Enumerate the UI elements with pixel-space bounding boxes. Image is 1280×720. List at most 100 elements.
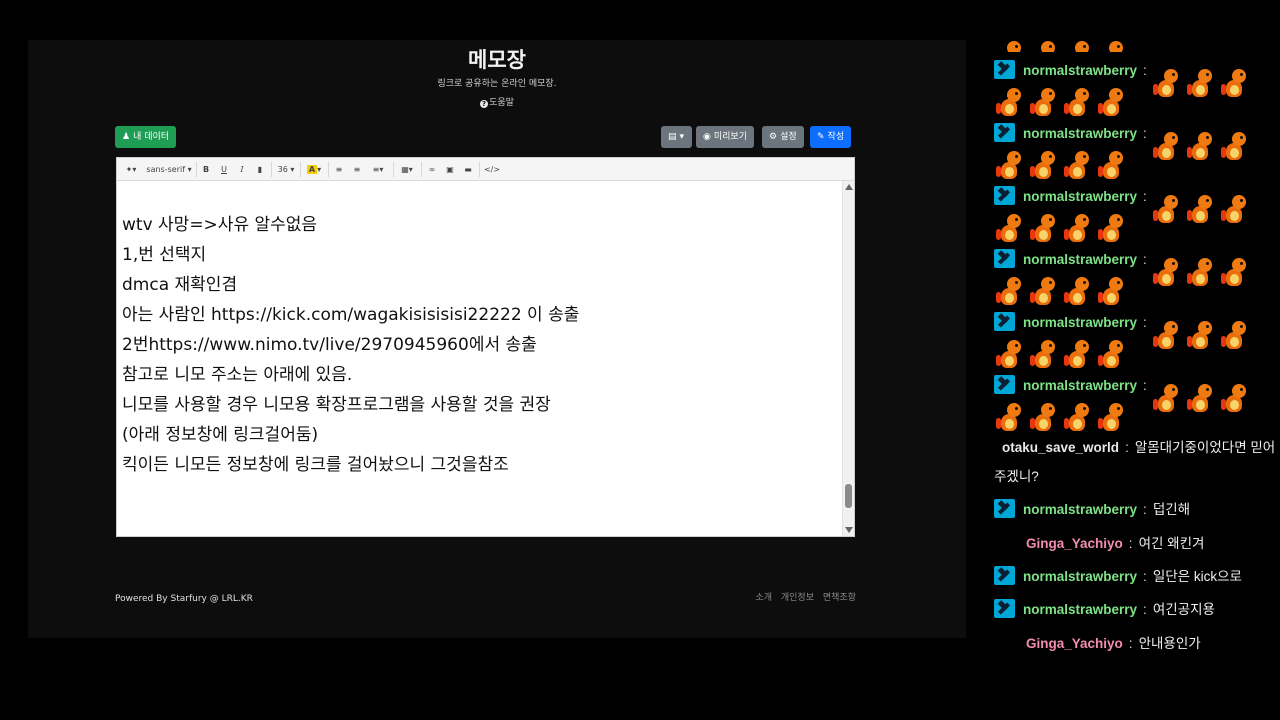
chat-username[interactable]: normalstrawberry [1023, 189, 1137, 204]
emote-row [996, 339, 1132, 373]
charmander-emote [1030, 402, 1058, 434]
gear-icon: ⚙ [769, 132, 778, 142]
emote-row [996, 402, 1132, 436]
inline-emotes [1152, 194, 1255, 226]
scroll-up-arrow-icon[interactable] [845, 184, 853, 190]
my-data-button[interactable]: ♟ 내 데이터 [115, 126, 177, 148]
charmander-emote [996, 40, 1024, 52]
chat-username[interactable]: normalstrawberry [1023, 378, 1137, 393]
toolbar-divider [479, 162, 480, 177]
charmander-emote [1098, 276, 1126, 308]
chat-message-text: 여긴공지용 [1152, 602, 1215, 617]
format-dropdown-button[interactable]: ▤ ▾ [661, 126, 692, 148]
chat-username[interactable]: normalstrawberry [1023, 126, 1137, 141]
chat-username[interactable]: Ginga_Yachiyo [1026, 636, 1123, 651]
table-icon[interactable]: ▦▾ [397, 162, 417, 177]
chat-username[interactable]: normalstrawberry [1023, 602, 1137, 617]
chat-message: normalstrawberry: [994, 60, 1255, 97]
italic-button[interactable]: I [235, 162, 249, 177]
numbered-list-icon[interactable]: ≡ [350, 162, 364, 177]
chat-username[interactable]: normalstrawberry [1023, 252, 1137, 267]
content-line: wtv 사망=>사유 알수없음 [122, 215, 318, 235]
code-view-button[interactable]: </> [483, 162, 501, 177]
footer-links: 소개 개인정보 면책조항 [749, 590, 856, 603]
help-link[interactable]: ? 도움말 [28, 95, 966, 108]
bullet-list-icon[interactable]: ≡ [332, 162, 346, 177]
charmander-emote [1186, 194, 1215, 226]
charmander-emote [1064, 402, 1092, 434]
chat-username[interactable]: otaku_save_world [1002, 440, 1119, 455]
charmander-emote [1030, 150, 1058, 182]
toolbar-divider [196, 162, 197, 177]
charmander-emote [1064, 213, 1092, 245]
footer-link-privacy[interactable]: 개인정보 [781, 593, 814, 603]
moderator-sword-icon [994, 123, 1015, 142]
chat-username[interactable]: normalstrawberry [1023, 63, 1137, 78]
chat-separator: : [1143, 602, 1147, 617]
chat-message: normalstrawberry: [994, 249, 1255, 286]
chat-message-text: 알몸대기중이었다면 믿어 [1134, 440, 1276, 455]
moderator-sword-icon [994, 312, 1015, 331]
chat-message: normalstrawberry: 덥긴해 [994, 499, 1190, 521]
chat-username[interactable]: normalstrawberry [1023, 315, 1137, 330]
inline-emotes [1152, 257, 1255, 289]
video-icon[interactable]: ▬ [461, 162, 475, 177]
charmander-emote [1098, 87, 1126, 119]
charmander-emote [1152, 68, 1181, 100]
chat-message: normalstrawberry: [994, 375, 1255, 412]
editor-scrollbar[interactable] [842, 181, 854, 536]
scroll-thumb[interactable] [845, 484, 852, 508]
charmander-emote [1064, 276, 1092, 308]
eraser-icon[interactable]: ▮ [253, 162, 267, 177]
scroll-down-arrow-icon[interactable] [845, 527, 853, 533]
bold-button[interactable]: B [199, 162, 213, 177]
charmander-emote [1098, 150, 1126, 182]
settings-button[interactable]: ⚙ 설정 [762, 126, 804, 148]
moderator-sword-icon [994, 599, 1015, 618]
chat-username[interactable]: Ginga_Yachiyo [1026, 536, 1123, 551]
charmander-emote [996, 402, 1024, 434]
footer-link-disclaimer[interactable]: 면책조항 [823, 593, 856, 603]
chat-username[interactable]: normalstrawberry [1023, 569, 1137, 584]
chat-separator: : [1143, 252, 1147, 267]
chat-message: Ginga_Yachiyo: 안내용인가 [1026, 633, 1201, 655]
moderator-sword-icon [994, 249, 1015, 268]
link-icon[interactable]: ∞ [425, 162, 439, 177]
editor-content[interactable]: wtv 사망=>사유 알수없음 1,번 선택지 dmca 재확인겸 아는 사람인… [122, 210, 840, 480]
chat-username[interactable]: normalstrawberry [1023, 502, 1137, 517]
content-line: 아는 사람인 https://kick.com/wagakisisisisi22… [122, 305, 580, 325]
write-button[interactable]: ✎ 작성 [810, 126, 852, 148]
charmander-emote [1186, 320, 1215, 352]
charmander-emote [1030, 87, 1058, 119]
charmander-emote [996, 213, 1024, 245]
image-icon[interactable]: ▣ [443, 162, 457, 177]
moderator-sword-icon [994, 375, 1015, 394]
memo-editor[interactable]: ✦▾ sans-serif ▾ B U I ▮ 36 ▾ A ▾ ≡ ≡ ≡▾ ▦… [116, 157, 855, 537]
align-icon[interactable]: ≡▾ [368, 162, 388, 177]
font-family-value: sans-serif [146, 165, 186, 174]
charmander-emote [1152, 194, 1181, 226]
footer-link-about[interactable]: 소개 [755, 593, 772, 603]
chat-message-text: 덥긴해 [1152, 502, 1191, 517]
magic-wand-icon[interactable]: ✦▾ [121, 162, 141, 177]
moderator-sword-icon [994, 60, 1015, 79]
charmander-emote [1152, 383, 1181, 415]
toolbar-divider [421, 162, 422, 177]
emote-row [996, 87, 1132, 121]
chat-message-text: 여긴 왜킨겨 [1138, 536, 1205, 551]
charmander-emote [1220, 320, 1249, 352]
font-family-select[interactable]: sans-serif ▾ [146, 162, 192, 177]
moderator-sword-icon [994, 499, 1015, 518]
content-line: 2번https://www.nimo.tv/live/2970945960에서 … [122, 335, 537, 355]
my-data-label: 내 데이터 [133, 132, 170, 142]
font-size-select[interactable]: 36 ▾ [275, 162, 297, 177]
charmander-emote [1030, 276, 1058, 308]
text-color-button[interactable]: A ▾ [304, 162, 324, 177]
charmander-emote [996, 150, 1024, 182]
moderator-sword-icon [994, 566, 1015, 585]
underline-button[interactable]: U [217, 162, 231, 177]
preview-button[interactable]: ◉ 미리보기 [696, 126, 754, 148]
content-line: 킥이든 니모든 정보창에 링크를 걸어놨으니 그것을참조 [122, 455, 509, 475]
settings-label: 설정 [780, 132, 797, 142]
editor-toolbar: ✦▾ sans-serif ▾ B U I ▮ 36 ▾ A ▾ ≡ ≡ ≡▾ ▦… [117, 158, 854, 181]
